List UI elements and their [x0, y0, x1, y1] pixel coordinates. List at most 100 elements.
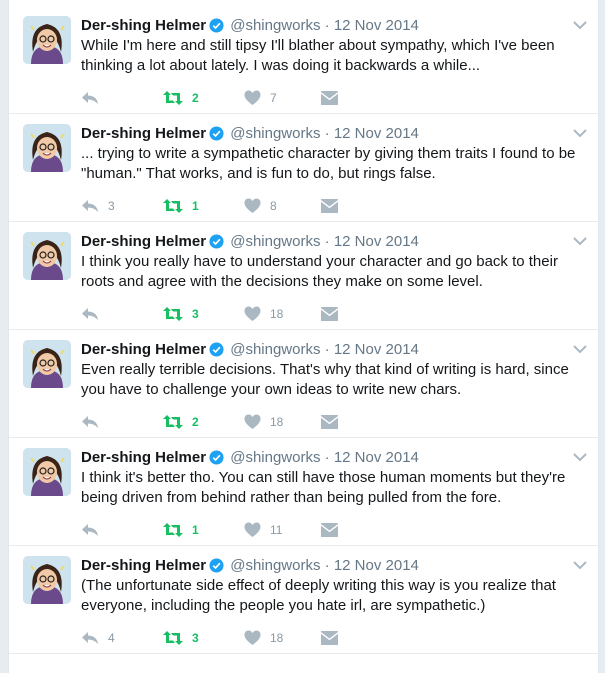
reply-button[interactable] — [81, 88, 118, 108]
envelope-icon — [321, 631, 338, 645]
tweet-timeline: Der-shing Helmer @shingworks · 12 Nov 20… — [8, 0, 599, 673]
user-handle[interactable]: @shingworks — [230, 125, 320, 142]
like-button[interactable]: 7 — [244, 88, 280, 108]
retweet-button[interactable]: 3 — [163, 304, 202, 324]
like-button[interactable]: 18 — [244, 304, 283, 324]
tweet-actions: 1 11 — [81, 520, 371, 540]
like-count: 11 — [270, 523, 283, 537]
chevron-down-icon[interactable] — [572, 450, 588, 462]
tweet-date[interactable]: 12 Nov 2014 — [334, 341, 419, 358]
retweet-count: 1 — [192, 523, 199, 537]
separator-dot: · — [324, 17, 330, 34]
retweet-icon — [163, 631, 183, 645]
avatar[interactable] — [23, 556, 71, 604]
tweet-date[interactable]: 12 Nov 2014 — [334, 17, 419, 34]
user-handle[interactable]: @shingworks — [230, 233, 320, 250]
heart-icon — [244, 90, 261, 105]
direct-message-button[interactable] — [321, 304, 338, 324]
separator-dot: · — [324, 125, 330, 142]
retweet-button[interactable]: 2 — [163, 412, 202, 432]
avatar[interactable] — [23, 16, 71, 64]
reply-button[interactable]: 3 — [81, 196, 118, 216]
tweet-text: ... trying to write a sympathetic charac… — [81, 145, 576, 182]
retweet-icon — [163, 307, 183, 321]
tweet[interactable]: Der-shing Helmer @shingworks · 12 Nov 20… — [9, 6, 598, 114]
tweet[interactable]: Der-shing Helmer @shingworks · 12 Nov 20… — [9, 222, 598, 330]
tweet-actions: 2 7 — [81, 88, 371, 108]
like-button[interactable]: 18 — [244, 628, 283, 648]
like-button[interactable]: 11 — [244, 520, 282, 540]
reply-icon — [82, 308, 98, 320]
retweet-icon — [163, 199, 183, 213]
tweet-date[interactable]: 12 Nov 2014 — [334, 557, 419, 574]
direct-message-button[interactable] — [321, 88, 338, 108]
heart-icon — [244, 414, 261, 429]
user-handle[interactable]: @shingworks — [230, 341, 320, 358]
retweet-count: 3 — [192, 307, 199, 321]
retweet-button[interactable]: 3 — [163, 628, 202, 648]
reply-icon — [82, 416, 98, 428]
like-count: 18 — [270, 631, 284, 645]
chevron-down-icon[interactable] — [572, 126, 588, 138]
envelope-icon — [321, 523, 338, 537]
separator-dot: · — [324, 341, 330, 358]
retweet-icon — [163, 523, 183, 537]
tweet[interactable]: Der-shing Helmer @shingworks · 12 Nov 20… — [9, 330, 598, 438]
display-name[interactable]: Der-shing Helmer — [81, 449, 206, 466]
reply-button[interactable] — [81, 304, 118, 324]
retweet-button[interactable]: 1 — [163, 520, 202, 540]
chevron-down-icon[interactable] — [572, 342, 588, 354]
tweet-date[interactable]: 12 Nov 2014 — [334, 233, 419, 250]
retweet-button[interactable]: 2 — [163, 88, 202, 108]
tweet-text: While I'm here and still tipsy I'll blat… — [81, 37, 555, 74]
reply-button[interactable] — [81, 520, 118, 540]
avatar[interactable] — [23, 340, 71, 388]
tweet-actions: 3 1 8 — [81, 196, 371, 216]
like-button[interactable]: 8 — [244, 196, 280, 216]
heart-icon — [244, 630, 261, 645]
reply-button[interactable]: 4 — [81, 628, 118, 648]
direct-message-button[interactable] — [321, 412, 338, 432]
retweet-icon — [163, 415, 183, 429]
display-name[interactable]: Der-shing Helmer — [81, 125, 206, 142]
like-count: 18 — [270, 415, 284, 429]
tweet[interactable]: Der-shing Helmer @shingworks · 12 Nov 20… — [9, 438, 598, 546]
tweet-date[interactable]: 12 Nov 2014 — [334, 449, 419, 466]
tweet-text: (The unfortunate side effect of deeply w… — [81, 577, 556, 614]
retweet-icon — [163, 91, 183, 105]
heart-icon — [244, 522, 261, 537]
display-name[interactable]: Der-shing Helmer — [81, 557, 206, 574]
tweet-text: I think you really have to understand yo… — [81, 253, 558, 290]
direct-message-button[interactable] — [321, 196, 338, 216]
tweet-text: Even really terrible decisions. That's w… — [81, 361, 569, 398]
heart-icon — [244, 306, 261, 321]
tweet[interactable]: Der-shing Helmer @shingworks · 12 Nov 20… — [9, 114, 598, 222]
direct-message-button[interactable] — [321, 628, 338, 648]
tweet-text: I think it's better tho. You can still h… — [81, 469, 566, 506]
tweet[interactable]: Der-shing Helmer @shingworks · 12 Nov 20… — [9, 546, 598, 654]
avatar[interactable] — [23, 232, 71, 280]
tweet-date[interactable]: 12 Nov 2014 — [334, 125, 419, 142]
display-name[interactable]: Der-shing Helmer — [81, 233, 206, 250]
retweet-count: 1 — [192, 199, 199, 213]
like-count: 18 — [270, 307, 284, 321]
reply-icon — [82, 524, 98, 536]
display-name[interactable]: Der-shing Helmer — [81, 17, 206, 34]
avatar[interactable] — [23, 124, 71, 172]
chevron-down-icon[interactable] — [572, 234, 588, 246]
user-handle[interactable]: @shingworks — [230, 17, 320, 34]
display-name[interactable]: Der-shing Helmer — [81, 341, 206, 358]
user-handle[interactable]: @shingworks — [230, 557, 320, 574]
avatar[interactable] — [23, 448, 71, 496]
reply-button[interactable] — [81, 412, 118, 432]
retweet-count: 2 — [192, 91, 199, 105]
chevron-down-icon[interactable] — [572, 18, 588, 30]
direct-message-button[interactable] — [321, 520, 338, 540]
like-button[interactable]: 18 — [244, 412, 283, 432]
retweet-count: 3 — [192, 631, 199, 645]
retweet-button[interactable]: 1 — [163, 196, 202, 216]
reply-icon — [82, 92, 98, 104]
separator-dot: · — [324, 233, 330, 250]
chevron-down-icon[interactable] — [572, 558, 588, 570]
user-handle[interactable]: @shingworks — [230, 449, 320, 466]
